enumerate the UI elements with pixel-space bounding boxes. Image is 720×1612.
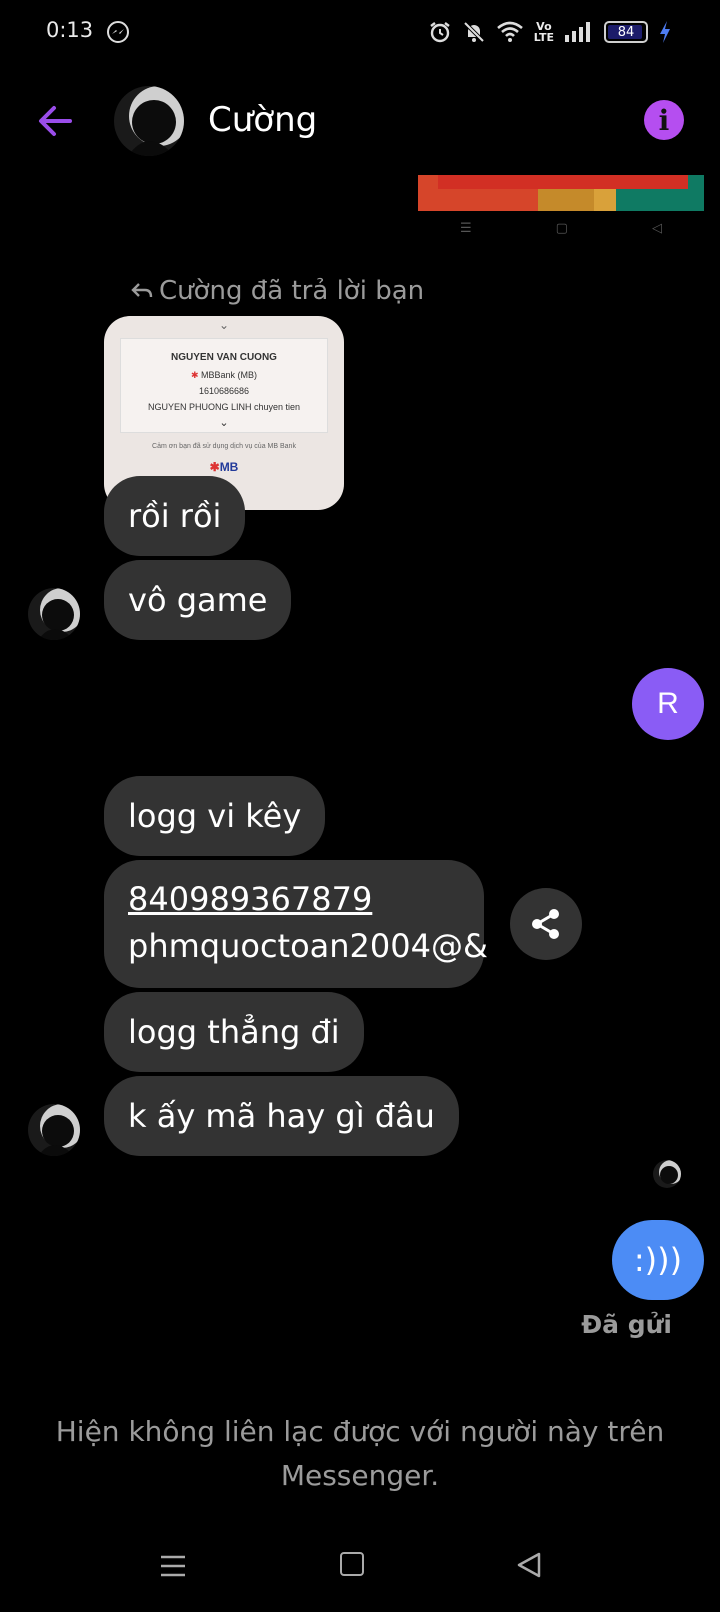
message-bubble[interactable]: 840989367879 phmquoctoan2004@& <box>104 860 488 988</box>
sent-message-bubble[interactable]: :))) <box>612 1220 704 1300</box>
messenger-notification-icon <box>107 21 129 43</box>
mb-logo: ✱MB <box>209 460 239 474</box>
contact-avatar[interactable] <box>114 86 184 156</box>
message-text: phmquoctoan2004@& <box>128 927 488 965</box>
contact-avatar-small[interactable] <box>28 1104 80 1156</box>
chevron-down-icon: ⌄ <box>219 417 229 429</box>
menu-icon: ☰ <box>460 220 472 236</box>
battery-level: 84 <box>617 24 635 40</box>
triangle-back-icon: ◁ <box>651 220 662 236</box>
share-icon[interactable] <box>510 888 582 960</box>
message-bubble[interactable]: rồi rồi <box>104 476 246 556</box>
read-receipt-avatar <box>653 1160 681 1188</box>
status-time: 0:13 <box>46 18 94 42</box>
info-icon[interactable]: i <box>644 100 684 140</box>
mute-bell-icon <box>463 21 485 43</box>
transfer-note: NGUYEN PHUONG LINH chuyen tien <box>147 402 301 412</box>
phone-link[interactable]: 840989367879 <box>128 876 460 923</box>
volte-indicator: Vo LTE <box>533 20 554 44</box>
message-bubble[interactable]: logg vi kêy <box>104 776 326 856</box>
contact-avatar-small[interactable] <box>28 588 80 640</box>
signal-icon <box>565 22 590 42</box>
wifi-icon <box>496 21 523 42</box>
battery-icon: 84 <box>604 21 648 43</box>
message-bubble[interactable]: k ấy mã hay gì đâu <box>104 1076 459 1156</box>
contact-name[interactable]: Cường <box>208 100 317 140</box>
back-arrow-icon[interactable] <box>34 100 76 142</box>
conversation-header: Cường i <box>0 80 720 162</box>
recent-apps-icon[interactable] <box>160 1554 186 1578</box>
message-bubble[interactable]: vô game <box>104 560 292 640</box>
reply-indicator: Cường đã trả lời bạn <box>131 276 424 306</box>
thumbnail-nav-bar: ☰ ▢ ◁ <box>418 218 704 238</box>
reply-arrow-icon <box>131 283 153 298</box>
transfer-bank: ✱ MBBank (MB) <box>190 370 258 380</box>
user-avatar[interactable]: R <box>632 668 704 740</box>
charging-icon <box>660 21 670 43</box>
back-triangle-icon[interactable] <box>516 1552 542 1578</box>
unavailable-notice: Hiện không liên lạc được với người này t… <box>55 1415 665 1492</box>
home-button-icon[interactable] <box>340 1552 364 1576</box>
sent-status: Đã gửi <box>581 1310 672 1339</box>
transfer-thanks: Cảm ơn bạn đã sử dụng dịch vụ của MB Ban… <box>152 443 296 450</box>
message-bubble[interactable]: logg thẳng đi <box>104 992 364 1072</box>
status-icons: Vo LTE 84 <box>428 18 672 46</box>
alarm-icon <box>430 22 450 43</box>
transfer-recipient-name: NGUYEN VAN CUONG <box>171 352 277 363</box>
square-icon: ▢ <box>555 220 568 236</box>
system-navigation-bar <box>0 1532 720 1602</box>
status-bar: 0:13 Vo LTE 84 <box>0 0 720 64</box>
reply-label-text: Cường đã trả lời bạn <box>159 276 425 306</box>
transfer-account: 1610686686 <box>198 386 250 396</box>
previous-image-thumbnail[interactable] <box>418 175 704 211</box>
